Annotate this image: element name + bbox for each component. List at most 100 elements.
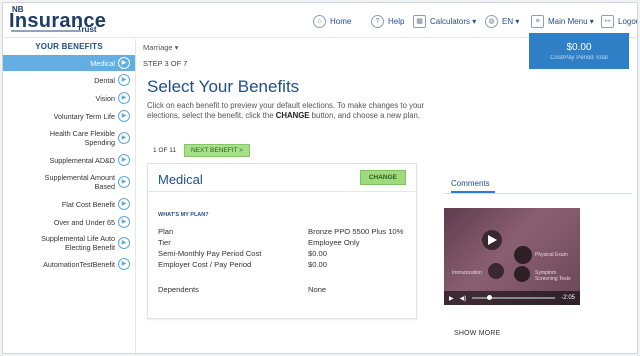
detail-row: Plan Bronze PPO 5500 Plus 10%: [158, 226, 413, 237]
sidebar-item-over-under-65[interactable]: Over and Under 65 ▶: [3, 213, 135, 231]
detail-row: Semi-Monthly Pay Period Cost $0.00: [158, 248, 413, 259]
detail-value: None: [308, 285, 327, 294]
play-icon[interactable]: ▶: [118, 258, 130, 270]
detail-row: Employer Cost / Pay Period $0.00: [158, 259, 413, 270]
video-graphic: [514, 266, 530, 282]
play-icon[interactable]: ▶: [118, 176, 130, 188]
benefit-card: Medical CHANGE WHAT'S MY PLAN? Plan Bronz…: [147, 163, 417, 319]
menu-icon: ≡: [531, 14, 544, 28]
sidebar-item-label: Vision: [95, 93, 115, 103]
sidebar-item-medical[interactable]: Medical ▶: [3, 55, 135, 71]
nav-help[interactable]: ? Help: [371, 13, 404, 29]
benefit-card-header: Medical CHANGE: [148, 164, 416, 192]
nav-logout[interactable]: ↦ Logout: [601, 13, 637, 29]
detail-row: Tier Employee Only: [158, 237, 413, 248]
change-button[interactable]: CHANGE: [359, 170, 406, 185]
benefit-counter: 1 OF 11: [153, 147, 177, 154]
sidebar-item-automation-test-benefit[interactable]: AutomationTestBenefit ▶: [3, 255, 135, 273]
play-icon[interactable]: ▶: [118, 198, 130, 210]
benefit-pager: 1 OF 11 NEXT BENEFIT >: [153, 144, 250, 157]
dependents-row: Dependents None: [158, 284, 413, 295]
show-more-link[interactable]: SHOW MORE: [454, 330, 501, 337]
step-indicator: STEP 3 OF 7: [143, 59, 188, 68]
page-title: Select Your Benefits: [147, 77, 300, 96]
detail-value: Bronze PPO 5500 Plus 10%: [308, 227, 404, 236]
video-play-icon[interactable]: [488, 235, 497, 245]
volume-icon[interactable]: ◀): [460, 295, 467, 302]
detail-value: $0.00: [308, 260, 328, 269]
sidebar-title: YOUR BENEFITS: [35, 42, 103, 51]
video-label: Symptom Screening Tests: [535, 270, 571, 282]
play-icon[interactable]: ▶: [118, 92, 130, 104]
insurance-trust-logo[interactable]: NB Insurance Trust: [9, 5, 119, 36]
sidebar-item-label: Supplemental AD&D: [49, 155, 115, 165]
nav-home[interactable]: ⌂ Home: [313, 13, 351, 29]
sidebar-item-health-care-fsa[interactable]: Health Care Flexible Spending ▶: [3, 125, 135, 151]
logo-tagline-bar: [11, 30, 81, 32]
play-icon[interactable]: ▶: [118, 110, 130, 122]
nav-main-menu-label: Main Menu ▾: [548, 16, 594, 26]
comments-divider: [444, 193, 632, 194]
cost-summary-amount: $0.00: [566, 42, 592, 53]
play-icon[interactable]: ▶: [118, 237, 130, 249]
sidebar-item-flat-cost-benefit[interactable]: Flat Cost Benefit ▶: [3, 195, 135, 213]
play-icon[interactable]: ▶: [118, 154, 130, 166]
detail-key: Plan: [158, 227, 174, 236]
video-graphic: [514, 246, 532, 264]
detail-value: Employee Only: [308, 238, 360, 247]
sidebar-item-label: Health Care Flexible Spending: [49, 129, 115, 147]
help-icon: ?: [371, 14, 384, 28]
detail-key: Tier: [158, 238, 171, 247]
play-icon[interactable]: ▶: [118, 132, 130, 144]
instructions-change-word: CHANGE: [275, 111, 310, 120]
play-icon[interactable]: ▶: [118, 216, 130, 228]
calculator-icon: ▦: [413, 14, 426, 28]
play-icon[interactable]: ▶: [118, 57, 130, 69]
sidebar-item-voluntary-term-life[interactable]: Voluntary Term Life ▶: [3, 107, 135, 125]
video-label: Physical Exam: [535, 252, 568, 258]
sidebar-item-supplemental-amount-based[interactable]: Supplemental Amount Based ▶: [3, 169, 135, 195]
sidebar-item-vision[interactable]: Vision ▶: [3, 89, 135, 107]
logout-icon: ↦: [601, 14, 614, 28]
sidebar-item-label: AutomationTestBenefit: [43, 259, 115, 269]
video-seek-bar[interactable]: [472, 295, 556, 300]
play-icon[interactable]: ▶: [118, 74, 130, 86]
plan-details: Plan Bronze PPO 5500 Plus 10% Tier Employe…: [158, 226, 413, 295]
comments-tab[interactable]: Comments: [451, 179, 490, 188]
globe-icon: ◍: [485, 14, 498, 28]
sidebar-item-label: Voluntary Term Life: [53, 111, 115, 121]
nav-help-label: Help: [388, 16, 405, 26]
detail-value: $0.00: [308, 249, 328, 258]
nav-language-label: EN ▾: [502, 16, 520, 26]
video-time: -2:05: [561, 295, 575, 301]
nav-language[interactable]: ◍ EN ▾: [485, 13, 519, 29]
comments-tab-underline: [451, 191, 495, 193]
sidebar-item-label: Supplemental Amount Based: [44, 173, 115, 191]
play-icon[interactable]: ▶: [449, 295, 454, 302]
cost-summary-caption: Cost/Pay Period Total: [550, 55, 608, 61]
seek-handle[interactable]: [487, 295, 493, 300]
video-graphic: [488, 263, 504, 279]
sidebar-item-label: Supplemental Life Auto Electing Benefit: [41, 234, 115, 252]
nav-main-menu[interactable]: ≡ Main Menu ▾: [531, 13, 594, 29]
video-label: Immunization: [452, 270, 482, 276]
sidebar-item-label: Over and Under 65: [53, 217, 115, 227]
home-icon: ⌂: [313, 14, 326, 28]
life-event-dropdown[interactable]: Marriage ▾: [143, 43, 178, 52]
benefits-sidebar: YOUR BENEFITS Medical ▶ Dental ▶ Vision …: [3, 39, 136, 353]
sidebar-item-label: Dental: [94, 75, 115, 85]
nav-home-label: Home: [330, 16, 352, 26]
detail-key: Dependents: [158, 285, 199, 294]
cost-summary-badge[interactable]: $0.00 Cost/Pay Period Total: [529, 33, 629, 69]
whats-my-plan-link[interactable]: WHAT'S MY PLAN?: [158, 212, 209, 218]
sidebar-item-supplemental-add[interactable]: Supplemental AD&D ▶: [3, 151, 135, 169]
sidebar-item-dental[interactable]: Dental ▶: [3, 71, 135, 89]
detail-key: Employer Cost / Pay Period: [158, 260, 252, 269]
benefit-video-player[interactable]: Physical Exam Immunization Symptom Scree…: [444, 208, 580, 305]
detail-key: Semi-Monthly Pay Period Cost: [158, 249, 262, 258]
sidebar-item-supplemental-life-auto[interactable]: Supplemental Life Auto Electing Benefit …: [3, 231, 135, 255]
sidebar-item-label: Flat Cost Benefit: [61, 199, 115, 209]
nav-calculators[interactable]: ▦ Calculators ▾: [413, 13, 476, 29]
instructions: Click on each benefit to preview your de…: [147, 101, 437, 121]
next-benefit-button[interactable]: NEXT BENEFIT >: [184, 144, 250, 157]
